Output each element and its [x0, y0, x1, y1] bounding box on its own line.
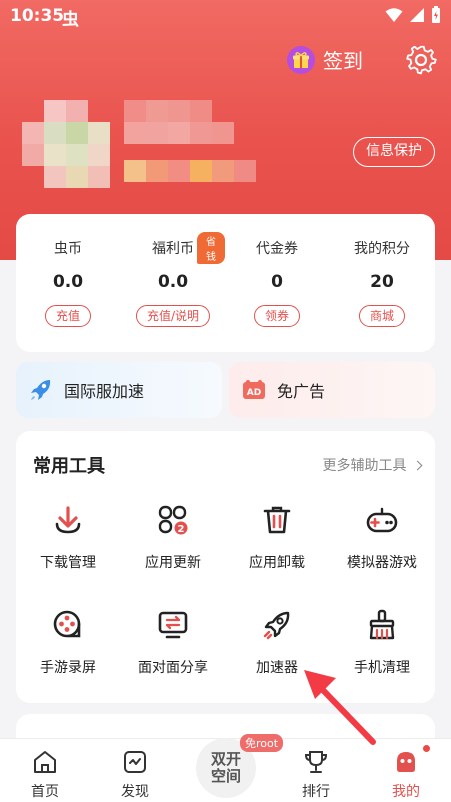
status-bar: 10:35 虫: [0, 0, 451, 32]
tool-download-manager[interactable]: 下载管理: [16, 503, 120, 593]
gamepad-icon: [366, 507, 398, 533]
wallet-item-welfare: 福利币 省钱 0.0 充值/说明: [121, 214, 225, 352]
trophy-icon: [304, 751, 328, 773]
gift-icon: [287, 45, 315, 74]
wallet-card: 虫币 0.0 充值 福利币 省钱 0.0 充值/说明 代金券 0 领券 我的积分…: [16, 214, 435, 352]
tab-home[interactable]: 首页: [0, 739, 90, 802]
profile-icon: [397, 752, 415, 772]
wallet-item-points: 我的积分 20 商城: [330, 214, 434, 352]
tool-label: 手游录屏: [40, 660, 96, 676]
tool-screen-record[interactable]: 手游录屏: [16, 608, 120, 698]
tool-phone-cleanup[interactable]: 手机清理: [330, 608, 434, 698]
more-tools-link[interactable]: 更多辅助工具: [322, 455, 423, 475]
international-accelerate-button[interactable]: 国际服加速: [16, 362, 222, 418]
mall-button[interactable]: 商城: [358, 305, 406, 327]
wallet-label: 我的积分: [354, 241, 410, 257]
rocket-icon: [263, 611, 290, 640]
tool-label: 手机清理: [354, 660, 410, 676]
tool-app-uninstall[interactable]: 应用卸载: [225, 503, 329, 593]
tab-discover[interactable]: 发现: [90, 739, 180, 802]
wifi-icon: [385, 8, 403, 22]
remove-ads-button[interactable]: AD 免广告: [229, 362, 435, 418]
tools-title: 常用工具: [33, 456, 105, 477]
svg-text:AD: AD: [247, 388, 261, 398]
discover-icon: [124, 751, 146, 773]
chevron-right-icon: [412, 460, 423, 471]
tab-label: 首页: [31, 784, 59, 800]
share-screen-icon: [158, 611, 188, 639]
tool-face-to-face-share[interactable]: 面对面分享: [121, 608, 225, 698]
dual-space-line1: 双开: [210, 750, 241, 768]
download-icon: [55, 506, 81, 534]
wallet-item-coins: 虫币 0.0 充值: [16, 214, 120, 352]
tab-label: 排行: [302, 784, 330, 800]
status-icons: [385, 6, 441, 24]
app-update-icon: 2: [158, 505, 188, 535]
sign-in-label: 签到: [323, 49, 363, 73]
tool-label: 加速器: [256, 660, 298, 676]
common-tools-card: 常用工具 更多辅助工具 下载管理 2 应用更新 应用卸载 模拟器游戏 手游录屏 …: [16, 431, 435, 703]
rocket-icon: [28, 377, 54, 403]
tool-app-update[interactable]: 2 应用更新: [121, 503, 225, 593]
claim-voucher-button[interactable]: 领券: [253, 305, 301, 327]
trash-icon: [263, 506, 291, 534]
tab-profile[interactable]: 我的: [361, 739, 451, 802]
wallet-value: 20: [370, 272, 394, 292]
blurred-avatar-username: [22, 100, 256, 188]
tool-emulator-games[interactable]: 模拟器游戏: [330, 503, 434, 593]
sign-in-button[interactable]: 签到: [287, 45, 363, 74]
save-money-badge: 省钱: [197, 232, 225, 264]
wallet-label: 代金券: [256, 241, 298, 257]
tab-label: 发现: [121, 784, 149, 800]
status-app-icon: 虫: [62, 10, 79, 30]
wallet-label: 虫币: [54, 241, 82, 257]
broom-icon: [369, 609, 395, 640]
tab-ranking[interactable]: 排行: [271, 739, 361, 802]
tool-label: 下载管理: [40, 555, 96, 571]
signal-icon: [410, 8, 424, 22]
update-count-badge: 2: [178, 524, 185, 535]
battery-icon: [432, 6, 440, 23]
recharge-button[interactable]: 充值: [44, 305, 92, 327]
tool-label: 模拟器游戏: [347, 555, 417, 571]
status-time: 10:35: [10, 6, 65, 26]
wallet-value: 0.0: [52, 272, 84, 292]
dual-space-line2: 空间: [210, 767, 241, 785]
tool-accelerator[interactable]: 加速器: [225, 608, 329, 698]
quick-action-label: 国际服加速: [64, 382, 145, 401]
notification-dot: [423, 745, 430, 752]
more-tools-label: 更多辅助工具: [322, 458, 407, 474]
settings-gear-icon[interactable]: [405, 44, 437, 76]
tool-label: 应用卸载: [249, 555, 305, 571]
quick-action-label: 免广告: [277, 382, 326, 401]
tool-label: 应用更新: [145, 555, 201, 571]
privacy-protection-button[interactable]: 信息保护: [353, 137, 435, 167]
film-reel-icon: [53, 610, 81, 638]
wallet-value: 0: [271, 272, 283, 292]
wallet-value: 0.0: [157, 272, 189, 292]
tab-label: 我的: [392, 784, 420, 800]
home-icon: [34, 751, 56, 773]
wallet-item-vouchers: 代金券 0 领券: [225, 214, 329, 352]
no-root-badge: 免root: [240, 734, 284, 752]
ad-block-icon: AD: [241, 377, 267, 403]
recharge-info-button[interactable]: 充值/说明: [135, 305, 211, 327]
tool-label: 面对面分享: [138, 660, 208, 676]
